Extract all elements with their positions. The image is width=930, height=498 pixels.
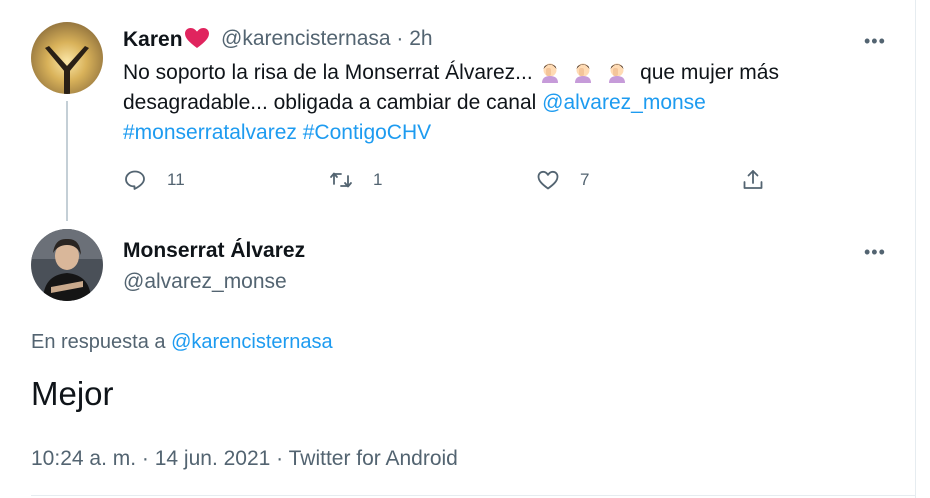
heart-icon (537, 170, 559, 190)
reply-button[interactable]: 11 (123, 168, 185, 192)
reply-icon (125, 170, 145, 190)
share-icon (743, 170, 763, 189)
tweet-timestamp[interactable]: 10:24 a. m. · 14 jun. 2021 · Twitter for… (31, 447, 458, 471)
karen-handle[interactable]: @karencisternasa (221, 27, 391, 50)
monserrat-handle[interactable]: @alvarez_monse (123, 270, 287, 294)
karen-avatar[interactable] (31, 22, 103, 94)
facepalm-emoji-3 (609, 63, 626, 83)
reply-tweet-text: Mejor (31, 375, 114, 412)
tweet-text-part1: No soporto la risa de la Monserrat Álvar… (123, 61, 533, 84)
like-button[interactable]: 7 (536, 168, 589, 192)
separator-dot: · (396, 27, 404, 50)
divider (31, 495, 916, 496)
hashtag-monserratalvarez[interactable]: #monserratalvarez (123, 121, 297, 144)
parent-tweet-text: No soporto la risa de la Monserrat Álvar… (123, 58, 823, 148)
more-options-icon[interactable]: ••• (864, 243, 886, 261)
karen-handle-time: @karencisternasa · 2h (221, 27, 433, 51)
hashtag-contigochv[interactable]: #ContigoCHV (303, 121, 431, 144)
monserrat-avatar[interactable] (31, 229, 103, 301)
reply-context: En respuesta a @karencisternasa (31, 331, 333, 354)
panel-border (915, 0, 916, 498)
share-button[interactable] (741, 168, 765, 192)
facepalm-emoji-2 (575, 63, 592, 83)
tweet-thread: Karen @karencisternasa · 2h ••• No sopor… (0, 0, 930, 498)
facepalm-emoji-1 (541, 63, 558, 83)
like-count: 7 (580, 170, 590, 189)
retweet-count: 1 (373, 170, 383, 189)
more-options-icon[interactable]: ••• (864, 32, 886, 50)
retweet-button[interactable]: 1 (329, 168, 382, 192)
karen-name[interactable]: Karen (123, 27, 210, 52)
red-heart-icon (184, 28, 209, 48)
thread-connector (66, 101, 68, 221)
retweet-icon (330, 172, 352, 188)
tweet-time[interactable]: 2h (409, 27, 432, 50)
monserrat-name[interactable]: Monserrat Álvarez (123, 239, 305, 263)
mention-link[interactable]: @alvarez_monse (542, 91, 706, 114)
reply-to-handle[interactable]: @karencisternasa (171, 331, 332, 353)
reply-count: 11 (167, 170, 185, 189)
reply-to-prefix: En respuesta a (31, 331, 166, 353)
